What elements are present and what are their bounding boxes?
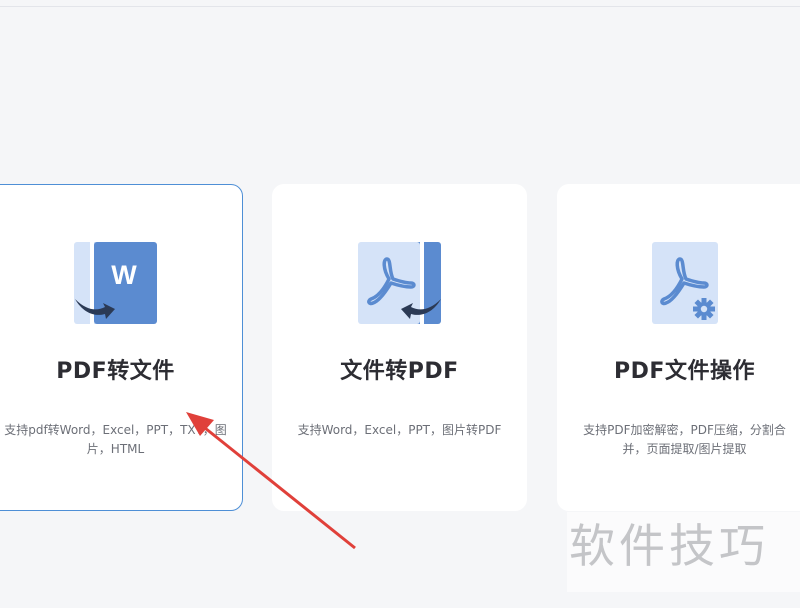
- card-description: 支持PDF加密解密，PDF压缩，分割合并，页面提取/图片提取: [583, 423, 786, 456]
- pdf-to-word-icon: W: [73, 241, 159, 327]
- pdf-operations-icon: [642, 241, 728, 327]
- file-to-pdf-icon: [357, 241, 443, 327]
- pdf-to-file-card[interactable]: W PDF转文件 支持pdf转Word，Excel，PPT，TXT，图片，HTM…: [0, 184, 243, 511]
- card-description: 支持pdf转Word，Excel，PPT，TXT，图片，HTML: [4, 423, 227, 456]
- card-description: 支持Word，Excel，PPT，图片转PDF: [297, 423, 502, 437]
- card-title: PDF文件操作: [614, 359, 755, 384]
- pdf-operations-card[interactable]: PDF文件操作 支持PDF加密解密，PDF压缩，分割合并，页面提取/图片提取: [557, 184, 800, 511]
- page: W PDF转文件 支持pdf转Word，Excel，PPT，TXT，图片，HTM…: [0, 0, 800, 608]
- watermark: 软件技巧: [567, 512, 800, 592]
- file-to-pdf-card[interactable]: 文件转PDF 支持Word，Excel，PPT，图片转PDF: [272, 184, 527, 511]
- svg-text:W: W: [111, 260, 137, 290]
- top-divider: [0, 6, 800, 7]
- card-title: PDF转文件: [56, 359, 175, 384]
- card-title: 文件转PDF: [340, 359, 459, 384]
